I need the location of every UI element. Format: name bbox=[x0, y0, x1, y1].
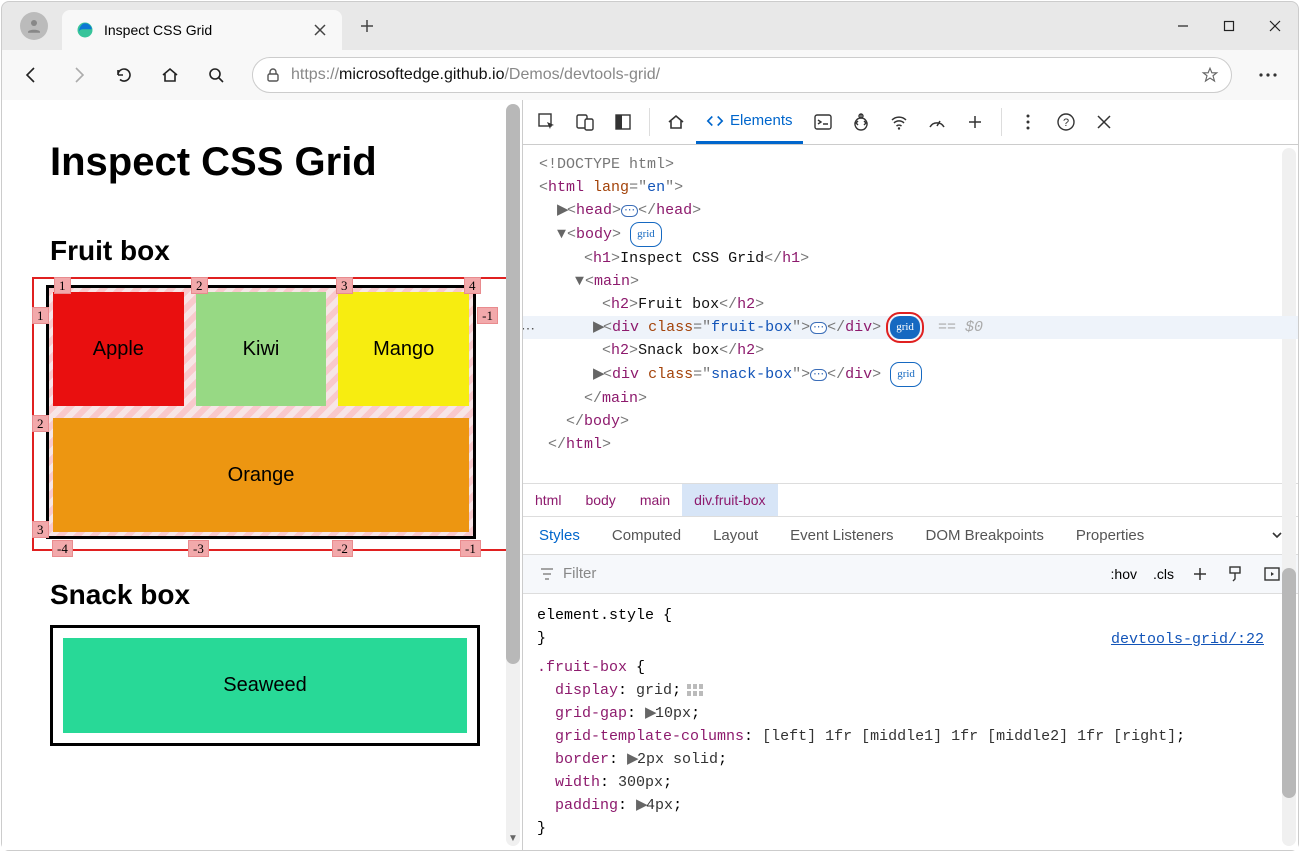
welcome-tab-icon[interactable] bbox=[658, 104, 694, 140]
help-icon[interactable]: ? bbox=[1048, 104, 1084, 140]
cls-button[interactable]: .cls bbox=[1145, 562, 1182, 586]
highlight-frame: 1 2 3 4 1 2 3 -1 -4 -3 -2 -1 Appl bbox=[32, 277, 520, 551]
lock-icon bbox=[265, 67, 281, 83]
dom-tree[interactable]: <!DOCTYPE html> <html lang="en"> ▶<head>… bbox=[523, 145, 1298, 461]
network-icon[interactable] bbox=[881, 104, 917, 140]
browser-window: Inspect CSS Grid https://microsoftedge.g… bbox=[1, 1, 1299, 851]
hov-button[interactable]: :hov bbox=[1103, 562, 1145, 586]
devtools-toolbar: Elements ? bbox=[523, 100, 1298, 145]
device-toggle-icon[interactable] bbox=[567, 104, 603, 140]
inspect-icon[interactable] bbox=[529, 104, 565, 140]
source-link[interactable]: devtools-grid/:22 bbox=[1111, 628, 1264, 651]
back-button[interactable] bbox=[12, 55, 52, 95]
tab-dombreak[interactable]: DOM Breakpoints bbox=[910, 517, 1060, 554]
tab-computed[interactable]: Computed bbox=[596, 517, 697, 554]
styles-filter[interactable]: Filter bbox=[531, 565, 604, 582]
devtools-panel: Elements ? <!DOCTYPE html> <html lang="e… bbox=[522, 100, 1298, 850]
profile-avatar[interactable] bbox=[20, 12, 48, 40]
page-viewport: ▲ ▼ Inspect CSS Grid Fruit box 1 2 3 4 1… bbox=[2, 100, 522, 850]
menu-button[interactable] bbox=[1248, 55, 1288, 95]
edge-icon bbox=[76, 21, 94, 39]
grid-label: 3 bbox=[336, 277, 353, 294]
browser-tab[interactable]: Inspect CSS Grid bbox=[62, 10, 342, 50]
paint-icon[interactable] bbox=[1218, 556, 1254, 592]
crumb[interactable]: html bbox=[523, 484, 573, 516]
cell-kiwi: Kiwi bbox=[196, 292, 327, 406]
grid-label: 1 bbox=[32, 307, 49, 324]
console-icon[interactable] bbox=[805, 104, 841, 140]
window-controls bbox=[1160, 6, 1298, 46]
page-h1: Inspect CSS Grid bbox=[50, 140, 492, 185]
titlebar: Inspect CSS Grid bbox=[2, 2, 1298, 50]
performance-icon[interactable] bbox=[919, 104, 955, 140]
content-area: ▲ ▼ Inspect CSS Grid Fruit box 1 2 3 4 1… bbox=[2, 100, 1298, 850]
grid-label: 2 bbox=[191, 277, 208, 294]
tab-title: Inspect CSS Grid bbox=[104, 22, 304, 38]
page-h2-snack: Snack box bbox=[50, 579, 492, 611]
snack-grid: Seaweed bbox=[50, 625, 480, 746]
nav-toolbar: https://microsoftedge.github.io/Demos/de… bbox=[2, 50, 1298, 100]
address-bar[interactable]: https://microsoftedge.github.io/Demos/de… bbox=[252, 57, 1232, 93]
cell-mango: Mango bbox=[338, 292, 469, 406]
grid-badge[interactable]: grid bbox=[630, 222, 662, 247]
tab-properties[interactable]: Properties bbox=[1060, 517, 1160, 554]
styles-tabbar: Styles Computed Layout Event Listeners D… bbox=[523, 516, 1298, 555]
grid-label: -4 bbox=[52, 540, 73, 557]
grid-badge-active[interactable]: grid bbox=[890, 316, 920, 339]
crumb-active[interactable]: div.fruit-box bbox=[682, 484, 777, 516]
grid-label: 2 bbox=[32, 415, 49, 432]
grid-editor-icon[interactable] bbox=[687, 684, 703, 696]
grid-label: -1 bbox=[477, 307, 498, 324]
grid-label: 1 bbox=[54, 277, 71, 294]
close-devtools-icon[interactable] bbox=[1086, 104, 1122, 140]
search-button[interactable] bbox=[196, 55, 236, 95]
grid-label: -1 bbox=[460, 540, 481, 557]
crumb[interactable]: body bbox=[573, 484, 627, 516]
more-tabs-icon[interactable] bbox=[957, 104, 993, 140]
grid-label: 4 bbox=[464, 277, 481, 294]
page-h2-fruit: Fruit box bbox=[50, 235, 492, 267]
fruit-grid: Apple Kiwi Mango Orange bbox=[46, 285, 476, 539]
grid-badge[interactable]: grid bbox=[890, 362, 922, 387]
grid-label: 3 bbox=[32, 521, 49, 538]
settings-icon[interactable] bbox=[1010, 104, 1046, 140]
elements-tab[interactable]: Elements bbox=[696, 100, 803, 144]
code-icon bbox=[706, 112, 724, 130]
filter-icon bbox=[539, 566, 555, 582]
styles-toolbar: Filter :hov .cls bbox=[523, 555, 1298, 594]
tab-close-icon[interactable] bbox=[312, 22, 328, 38]
page-scroll-thumb[interactable] bbox=[506, 104, 520, 664]
rule-element-style: element.style { bbox=[537, 604, 1284, 627]
selected-dom-node[interactable]: ⋯ ▶<div class="fruit-box">⋯</div> grid =… bbox=[523, 316, 1298, 339]
tab-layout[interactable]: Layout bbox=[697, 517, 774, 554]
new-tab-button[interactable] bbox=[350, 9, 384, 43]
fruit-grid-overlay: 1 2 3 4 1 2 3 -1 -4 -3 -2 -1 Appl bbox=[46, 285, 496, 539]
minimize-button[interactable] bbox=[1160, 6, 1206, 46]
dock-icon[interactable] bbox=[605, 104, 641, 140]
refresh-button[interactable] bbox=[104, 55, 144, 95]
grid-label: -3 bbox=[188, 540, 209, 557]
tab-styles[interactable]: Styles bbox=[523, 517, 596, 554]
dom-breadcrumb: html body main div.fruit-box bbox=[523, 483, 1298, 516]
styles-rules[interactable]: element.style { } devtools-grid/:22 .fru… bbox=[523, 594, 1298, 850]
maximize-button[interactable] bbox=[1206, 6, 1252, 46]
sources-icon[interactable] bbox=[843, 104, 879, 140]
cell-seaweed: Seaweed bbox=[63, 638, 467, 733]
home-button[interactable] bbox=[150, 55, 190, 95]
forward-button[interactable] bbox=[58, 55, 98, 95]
close-window-button[interactable] bbox=[1252, 6, 1298, 46]
crumb[interactable]: main bbox=[628, 484, 682, 516]
favorite-icon[interactable] bbox=[1201, 66, 1219, 84]
page-scrollbar[interactable]: ▲ ▼ bbox=[506, 104, 520, 846]
cell-orange: Orange bbox=[53, 418, 469, 532]
tab-listeners[interactable]: Event Listeners bbox=[774, 517, 909, 554]
cell-apple: Apple bbox=[53, 292, 184, 406]
grid-label: -2 bbox=[332, 540, 353, 557]
svg-text:?: ? bbox=[1062, 117, 1068, 129]
url-text: https://microsoftedge.github.io/Demos/de… bbox=[291, 66, 1201, 84]
new-style-icon[interactable] bbox=[1182, 556, 1218, 592]
